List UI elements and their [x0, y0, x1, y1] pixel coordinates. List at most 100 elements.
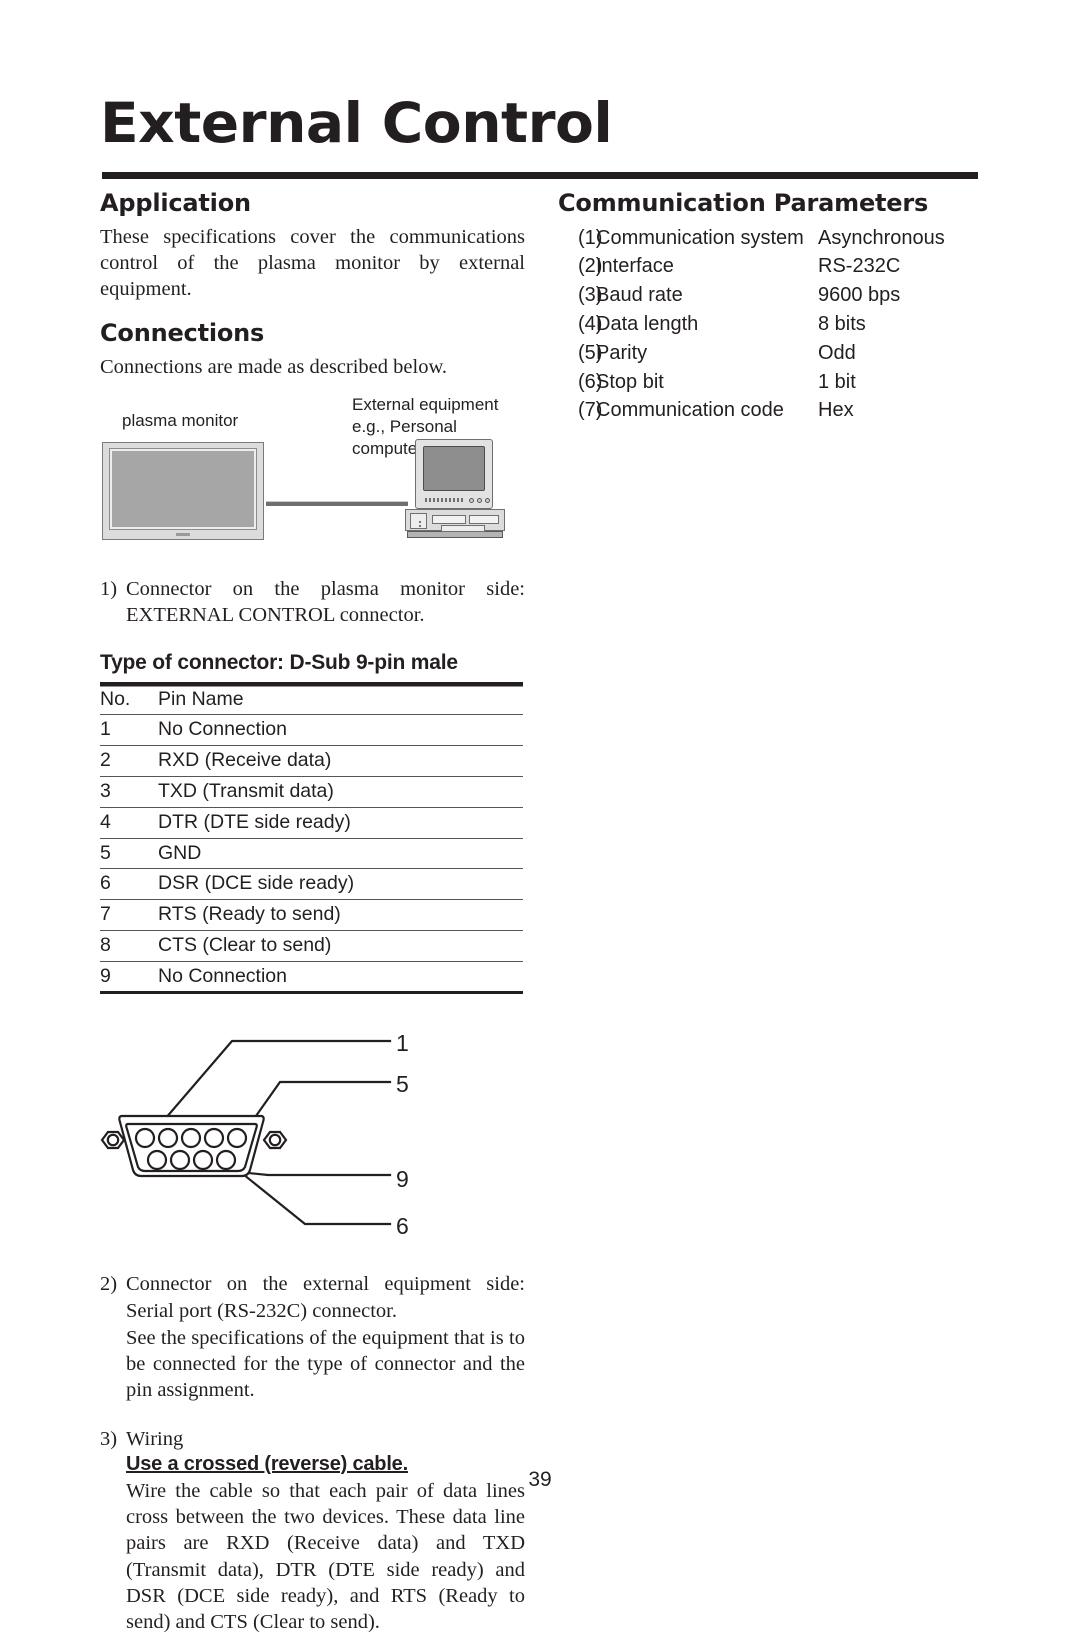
document-page: External Control Application These speci…: [0, 0, 1080, 1633]
plasma-monitor-label: plasma monitor: [122, 411, 239, 431]
table-row: 9 No Connection: [100, 961, 523, 995]
parameter-row: (6) Stop bit 1 bit: [558, 368, 988, 397]
pin-number: 9: [100, 961, 158, 995]
table-row: 6 DSR (DCE side ready): [100, 868, 523, 901]
parameter-row: (3) Baud rate 9600 bps: [558, 281, 988, 310]
page-title: External Control: [100, 91, 613, 155]
pin-number: 6: [100, 868, 158, 901]
parameter-value: 1 bit: [818, 370, 856, 393]
parameter-label: Communication system: [596, 226, 804, 249]
table-row: 3 TXD (Transmit data): [100, 776, 523, 808]
parameter-row: (4) Data length 8 bits: [558, 310, 988, 339]
parameter-number: (5): [578, 341, 603, 364]
parameter-number: (7): [578, 399, 603, 422]
parameter-value: Odd: [818, 341, 856, 364]
case-base: [407, 531, 503, 539]
parameter-label: Stop bit: [596, 370, 664, 393]
parameter-label: Communication code: [596, 399, 784, 422]
drive-bay: [432, 515, 466, 525]
parameter-row: (2) Interface RS-232C: [558, 252, 988, 281]
case-indicator: [419, 521, 421, 524]
table-row: 7 RTS (Ready to send): [100, 899, 523, 931]
connections-heading: Connections: [100, 319, 265, 348]
parameter-label: Data length: [596, 312, 699, 335]
parameter-label: Interface: [596, 255, 674, 278]
table-row: 5 GND: [100, 838, 523, 870]
parameter-row: (7) Communication code Hex: [558, 396, 988, 425]
callout-line-6: [226, 1160, 392, 1226]
dsub-callout-6: 6: [396, 1213, 409, 1240]
crt-knob: [485, 498, 490, 504]
case-front-panel: [410, 513, 427, 530]
wiring-text: Wire the cable so that each pair of data…: [126, 1479, 525, 1633]
parameter-row: (1) Communication system Asynchronous: [558, 224, 988, 253]
list-item: 2) Connector on the external equipment s…: [100, 1271, 525, 1403]
dsub-pin-8: [192, 1150, 214, 1171]
dsub-connector-drawing: [100, 1040, 392, 1226]
communication-parameters-heading: Communication Parameters: [558, 189, 929, 217]
connector-type-heading: Type of connector: D-Sub 9-pin male: [100, 650, 458, 674]
dsub-pin-2: [157, 1128, 179, 1149]
crt-knob: [469, 498, 474, 504]
dsub-connector-figure: 1596: [100, 1012, 523, 1257]
dsub-pin-3: [180, 1128, 202, 1149]
table-row: 1 No Connection: [100, 714, 523, 747]
crt-knob: [477, 498, 482, 504]
pin-name: DTR (DTE side ready): [158, 807, 523, 839]
list-item-subtext: See the specifications of the equipment …: [126, 1326, 525, 1402]
parameter-label: Parity: [596, 341, 648, 364]
table-row: 2 RXD (Receive data): [100, 745, 523, 777]
pin-name: GND: [158, 838, 523, 870]
dsub-pin-1: [134, 1128, 156, 1149]
dsub-pin-4: [203, 1128, 225, 1149]
parameter-value: 9600 bps: [818, 284, 901, 307]
pin-name: CTS (Clear to send): [158, 930, 523, 962]
column-header-pin-name: Pin Name: [158, 681, 523, 716]
parameter-number: (6): [578, 370, 603, 393]
parameter-label: Baud rate: [596, 284, 683, 307]
list-item: 1) Connector on the plasma monitor side:…: [100, 576, 525, 628]
wiring-marker: 3): [100, 1427, 118, 1450]
parameter-value: RS-232C: [818, 255, 901, 278]
right-column: Communication Parameters (1) Communicatio…: [558, 189, 988, 425]
list-marker: 2): [100, 1273, 118, 1296]
dsub-callout-5: 5: [396, 1071, 409, 1098]
list-marker: 1): [100, 578, 118, 601]
parameter-value: Hex: [818, 399, 854, 422]
drive-bay: [469, 515, 499, 525]
dsub-pin-9: [215, 1150, 237, 1171]
pin-name: TXD (Transmit data): [158, 776, 523, 808]
pin-name: No Connection: [158, 961, 523, 995]
parameter-number: (1): [578, 226, 603, 249]
connection-diagram: plasma monitor External equipment e.g., …: [100, 394, 525, 562]
left-column: Application These specifications cover t…: [100, 189, 525, 1635]
column-header-no: No.: [100, 681, 158, 716]
connection-cable-icon: [266, 501, 408, 507]
keyboard-icon: [441, 525, 485, 533]
crt-vent: [425, 498, 465, 503]
parameter-value: 8 bits: [818, 312, 866, 335]
list-item-text: Connector on the external equipment side…: [126, 1273, 525, 1322]
dsub-pin-6: [146, 1150, 168, 1171]
pin-number: 1: [100, 714, 158, 747]
dsub-pin-5: [226, 1128, 248, 1149]
parameter-number: (4): [578, 312, 603, 335]
pin-name: RTS (Ready to send): [158, 899, 523, 931]
application-text: These specifications cover the communica…: [100, 225, 525, 301]
crt-screen: [423, 446, 485, 492]
pin-assignment-table: No. Pin Name 1 No Connection 2 RXD (Receive d…: [100, 681, 523, 995]
plasma-monitor-screen: [109, 448, 257, 531]
pin-name: No Connection: [158, 714, 523, 747]
dsub-callout-1: 1: [396, 1030, 409, 1057]
callout-line-5: [237, 1081, 392, 1142]
dsub-callout-9: 9: [396, 1166, 409, 1193]
pin-number: 7: [100, 899, 158, 931]
pin-number: 3: [100, 776, 158, 808]
connections-text: Connections are made as described below.: [100, 355, 448, 378]
pin-number: 2: [100, 745, 158, 777]
crt-monitor-icon: [415, 439, 493, 510]
table-row: 4 DTR (DTE side ready): [100, 807, 523, 839]
parameter-value: Asynchronous: [818, 226, 945, 249]
parameter-number: (3): [578, 284, 603, 307]
parameter-row: (5) Parity Odd: [558, 339, 988, 368]
